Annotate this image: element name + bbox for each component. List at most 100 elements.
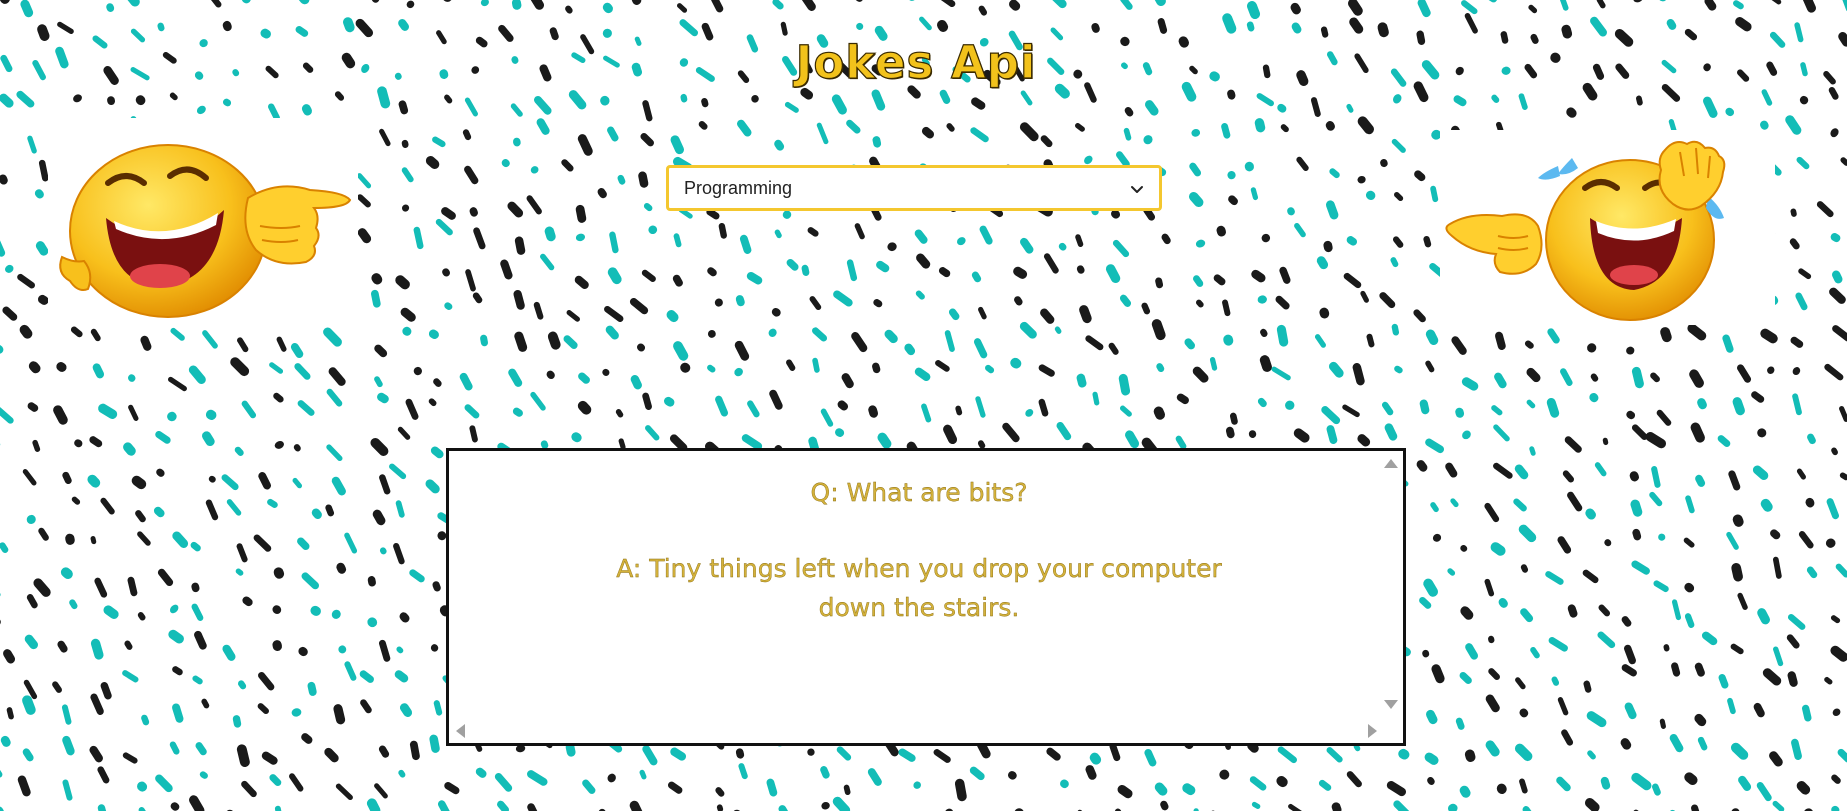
pattern-dash [103, 605, 119, 619]
joke-box[interactable]: Q: What are bits? A: Tiny things left wh… [446, 448, 1406, 746]
pattern-dash [544, 226, 556, 242]
pattern-dash [1561, 729, 1574, 746]
pattern-dash [1583, 680, 1592, 693]
pattern-dash [1141, 302, 1151, 315]
pattern-dash [1762, 668, 1782, 686]
pattern-dash [398, 19, 409, 31]
pattern-dash [1423, 235, 1432, 248]
pattern-dash [429, 734, 440, 753]
pattern-dash [444, 302, 453, 310]
pattern-dash [242, 596, 253, 607]
pattern-dash [371, 273, 383, 285]
pattern-dash [435, 218, 453, 236]
pattern-dash [343, 17, 355, 33]
pattern-dash [677, 3, 688, 13]
pattern-dash [1038, 398, 1049, 417]
pattern-dash [1594, 462, 1607, 477]
scroll-right-arrow-icon[interactable] [1368, 724, 1377, 738]
pattern-dash [71, 496, 81, 505]
pattern-dash [1626, 346, 1635, 355]
pattern-dash [1839, 472, 1847, 481]
pattern-dash [1737, 592, 1748, 610]
pattern-dash [1826, 498, 1839, 520]
pattern-dash [1419, 399, 1430, 415]
pattern-dash [1125, 430, 1140, 449]
scroll-down-arrow-icon[interactable] [1384, 700, 1398, 709]
pattern-dash [1695, 474, 1706, 487]
pattern-dash [507, 201, 524, 218]
pattern-dash [1114, 808, 1129, 811]
pattern-dash [841, 373, 854, 389]
pattern-dash [735, 748, 745, 759]
pattern-dash [1380, 158, 1388, 168]
pattern-dash [1805, 497, 1815, 508]
pattern-dash [597, 188, 607, 199]
pattern-dash [1329, 168, 1340, 179]
pattern-dash [1038, 364, 1055, 377]
pattern-dash [413, 226, 424, 250]
pattern-dash [1838, 31, 1847, 47]
pattern-dash [511, 0, 522, 10]
pattern-dash [1360, 290, 1369, 303]
pattern-dash [1008, 771, 1017, 780]
pattern-dash [715, 395, 729, 417]
pattern-dash [191, 603, 204, 621]
pattern-dash [577, 400, 592, 415]
pattern-dash [328, 367, 346, 386]
pattern-dash [807, 748, 815, 756]
pattern-dash [1432, 533, 1442, 542]
scroll-up-arrow-icon[interactable] [1384, 459, 1398, 468]
pattern-dash [0, 612, 1, 626]
pattern-dash [1393, 800, 1410, 811]
pattern-dash [1728, 470, 1741, 491]
pattern-dash [1287, 207, 1295, 216]
pattern-dash [1730, 742, 1749, 760]
pattern-dash [1757, 428, 1767, 438]
pattern-dash [169, 92, 178, 101]
pattern-dash [1652, 783, 1661, 796]
pattern-dash [1357, 116, 1374, 135]
pattern-dash [122, 752, 138, 764]
pattern-dash [480, 334, 488, 347]
pattern-dash [1631, 366, 1644, 389]
pattern-dash [672, 274, 683, 287]
pattern-dash [933, 749, 951, 763]
pattern-dash [379, 128, 391, 147]
pattern-dash [442, 268, 451, 277]
pattern-dash [356, 173, 372, 189]
pattern-dash [642, 100, 653, 122]
pattern-dash [1488, 635, 1495, 644]
pattern-dash [1520, 564, 1529, 573]
pattern-dash [89, 745, 103, 763]
pattern-dash [1526, 367, 1541, 383]
pattern-dash [1348, 0, 1363, 16]
pattern-dash [1056, 421, 1072, 441]
pattern-dash [973, 338, 988, 359]
pattern-dash [57, 21, 74, 35]
pattern-dash [615, 409, 624, 418]
pattern-dash [128, 374, 136, 382]
pattern-dash [1151, 319, 1166, 341]
pattern-dash [473, 227, 486, 250]
pattern-dash [66, 0, 82, 1]
pattern-dash [1791, 738, 1802, 761]
pattern-dash [1485, 740, 1500, 757]
pattern-dash [402, 326, 412, 336]
pattern-dash [1112, 239, 1130, 258]
pattern-dash [1450, 498, 1459, 508]
pattern-dash [236, 744, 250, 768]
pattern-dash [1789, 238, 1800, 250]
pattern-dash [1770, 529, 1781, 540]
pattern-dash [1684, 613, 1695, 628]
pattern-dash [195, 742, 207, 756]
scroll-left-arrow-icon[interactable] [456, 724, 465, 738]
pattern-dash [90, 638, 104, 660]
pattern-dash [1453, 95, 1467, 107]
category-select[interactable]: Programming [666, 165, 1162, 211]
pattern-dash [1425, 438, 1445, 454]
pattern-dash [122, 0, 140, 7]
pattern-dash [1398, 748, 1410, 760]
pattern-dash [1250, 187, 1259, 201]
pattern-dash [395, 500, 405, 518]
pattern-dash [17, 775, 31, 797]
